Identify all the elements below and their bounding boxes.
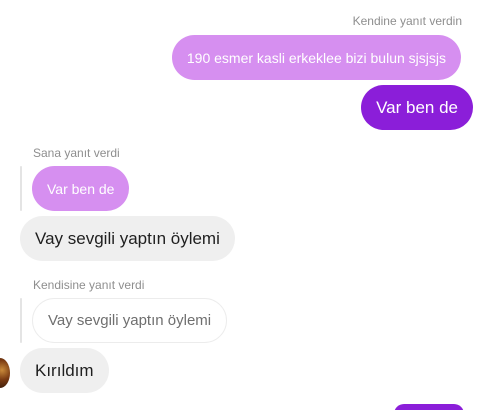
reply-indicator-bar xyxy=(20,298,22,343)
quoted-message-text: Var ben de xyxy=(47,180,115,197)
message-text: Vay sevgili yaptın öylemi xyxy=(35,228,220,248)
reply-context-label: Sana yanıt verdi xyxy=(33,146,120,160)
quoted-message-bubble[interactable]: 190 esmer kasli erkeklee bizi bulun sjsj… xyxy=(171,35,461,80)
quoted-message-bubble[interactable]: Var ben de xyxy=(32,166,130,211)
message-text: Var ben de xyxy=(376,97,458,117)
received-message-bubble[interactable]: Vay sevgili yaptın öylemi xyxy=(20,216,235,261)
sent-message-bubble-partial[interactable] xyxy=(394,404,464,410)
message-text: Kırıldım xyxy=(35,360,94,380)
sent-message-bubble[interactable]: Var ben de xyxy=(361,85,473,130)
reply-context-label: Kendisine yanıt verdi xyxy=(33,278,145,292)
received-message-bubble[interactable]: Kırıldım xyxy=(20,348,109,393)
quoted-message-text: Vay sevgili yaptın öylemi xyxy=(48,312,212,329)
user-avatar-icon[interactable] xyxy=(0,358,10,388)
reply-context-label: Kendine yanıt verdin xyxy=(352,14,462,28)
quoted-message-text: 190 esmer kasli erkeklee bizi bulun sjsj… xyxy=(186,49,446,66)
reply-indicator-bar xyxy=(20,166,22,211)
quoted-message-bubble[interactable]: Vay sevgili yaptın öylemi xyxy=(32,298,228,343)
